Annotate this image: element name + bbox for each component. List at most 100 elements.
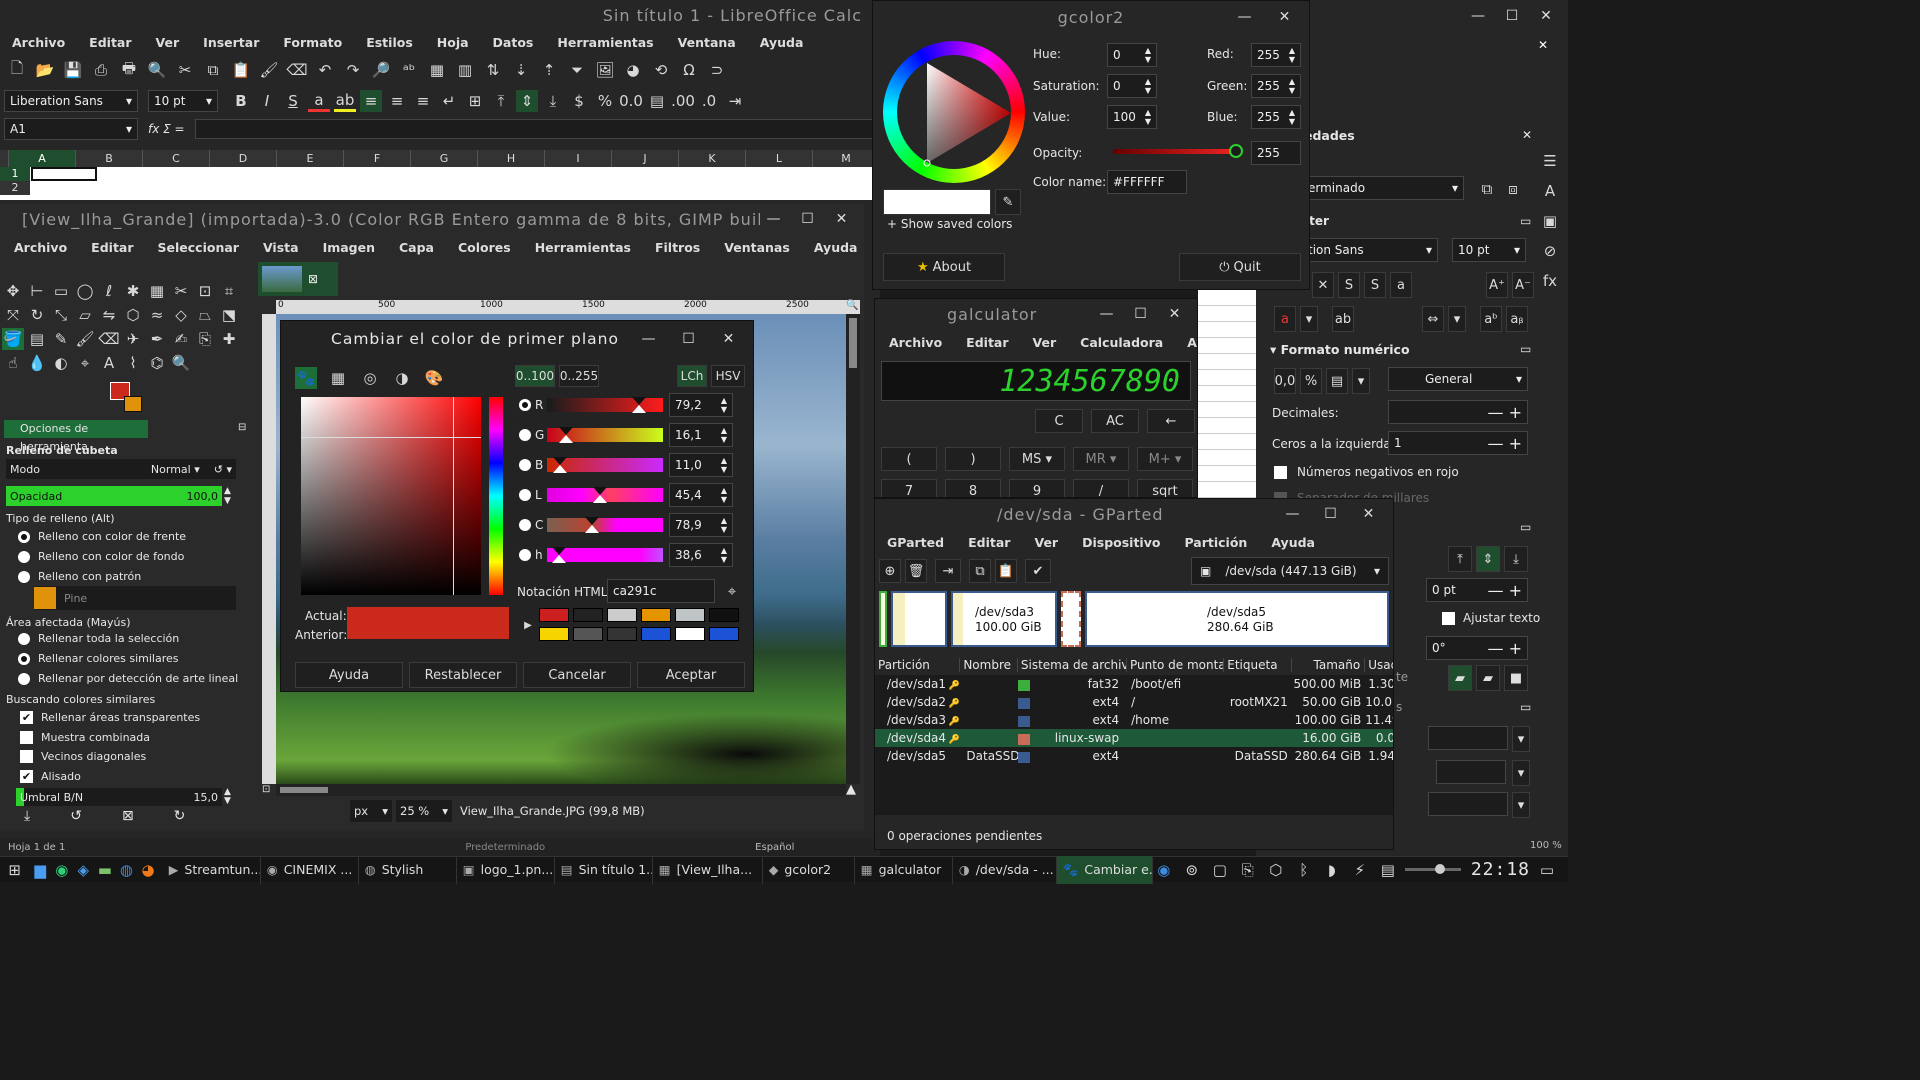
close-icon[interactable]: ✕ — [1167, 306, 1183, 322]
map-sda1[interactable] — [879, 591, 887, 647]
fill-bg-option[interactable]: Relleno con color de fondo — [18, 547, 186, 567]
horizontal-scrollbar[interactable] — [276, 784, 846, 796]
active-cell[interactable] — [31, 167, 97, 181]
column-header-j[interactable]: J — [612, 150, 679, 167]
delete-partition-icon[interactable]: 🗑 — [905, 559, 927, 583]
slider-handle[interactable] — [631, 397, 646, 405]
calc-menu-ventana[interactable]: Ventana — [666, 35, 748, 50]
clear-button[interactable]: C — [1035, 409, 1083, 433]
lasso-icon[interactable]: ℓ — [98, 280, 120, 302]
quickmask-icon[interactable]: ⊡ — [262, 784, 270, 795]
calc-menu-hoja[interactable]: Hoja — [425, 35, 481, 50]
calc-menu-insertar[interactable]: Insertar — [191, 35, 271, 50]
taskbar-item-5[interactable]: ▦ [View_Ilha... — [653, 855, 763, 884]
wheel-selector-icon[interactable]: ◑ — [391, 367, 413, 389]
navigator-icon[interactable]: ⊘ — [1539, 240, 1561, 262]
print-preview-icon[interactable]: 🔍 — [146, 59, 168, 81]
seven-button[interactable]: 7 — [881, 479, 937, 497]
umbral-slider[interactable]: Umbral B/N 15,0 — [16, 788, 222, 806]
close-icon[interactable]: ✕ — [834, 211, 850, 227]
calc-menu-editar[interactable]: Editar — [77, 35, 143, 50]
handle-transform-icon[interactable]: ◇ — [170, 304, 192, 326]
paste-partition-icon[interactable]: 📋 — [995, 559, 1017, 583]
valign-top-button[interactable]: ⤒ — [1448, 546, 1472, 572]
valign-bottom-button[interactable]: ⤓ — [1504, 546, 1528, 572]
calc-menu-datos[interactable]: Datos — [481, 35, 546, 50]
reset-options-icon[interactable]: ↻ — [174, 808, 186, 824]
lch-button[interactable]: LCh — [677, 365, 707, 387]
opacity-slider[interactable]: Opacidad 100,0 — [6, 486, 222, 506]
align-left-icon[interactable]: ≡ — [360, 90, 382, 112]
add-decimal-icon[interactable]: .00 — [671, 90, 695, 112]
map-sda4[interactable] — [1061, 591, 1081, 647]
galc-menu-calculadora[interactable]: Calculadora — [1068, 335, 1175, 350]
calc-menu-formato[interactable]: Formato — [271, 35, 354, 50]
ajustar-row[interactable]: Ajustar texto — [1442, 611, 1540, 625]
redo-icon[interactable]: ↷ — [342, 59, 364, 81]
eyedropper-icon[interactable]: ⌖ — [721, 580, 743, 602]
backspace-button[interactable]: ← — [1147, 409, 1195, 433]
highlight-icon[interactable]: ab — [334, 90, 356, 112]
calc-menu-herramientas[interactable]: Herramientas — [545, 35, 665, 50]
color-square[interactable] — [301, 397, 481, 595]
gallery-icon[interactable]: ▣ — [1539, 210, 1561, 232]
line-style-select[interactable] — [1436, 760, 1506, 784]
gp-menu-ayuda[interactable]: Ayuda — [1259, 535, 1327, 550]
maximize-icon[interactable]: ☐ — [681, 331, 697, 347]
gimp-menu-filtros[interactable]: Filtros — [643, 240, 712, 255]
range-255-button[interactable]: 0..255 — [559, 365, 599, 387]
divide-button[interactable]: / — [1073, 479, 1129, 497]
mypaint-icon[interactable]: ✍ — [170, 328, 192, 350]
column-header-b[interactable]: B — [76, 150, 143, 167]
reset-mode-icon[interactable]: ↺ ▾ — [214, 463, 232, 476]
line-style-dropdown[interactable]: ▾ — [1512, 760, 1530, 786]
autofilter-icon[interactable]: ⏷ — [566, 59, 588, 81]
channel-radio-b[interactable] — [519, 459, 531, 471]
shadow-button[interactable]: S — [1338, 272, 1360, 298]
properties-icon[interactable]: ☰ — [1539, 150, 1561, 172]
taskbar-item-6[interactable]: ◆ gcolor2 — [763, 855, 855, 884]
perspective-icon[interactable]: ⏢ — [194, 304, 216, 326]
bluetooth-icon[interactable]: ᛒ — [1293, 859, 1315, 881]
rotate-icon[interactable]: ↻ — [26, 304, 48, 326]
nine-button[interactable]: 9 — [1009, 479, 1065, 497]
minimize-icon[interactable]: — — [1099, 306, 1115, 322]
chromium-icon[interactable]: ◍ — [116, 859, 138, 881]
gp-menu-gparted[interactable]: GParted — [875, 535, 956, 550]
taskbar-item-0[interactable]: ▶ Streamtun... — [163, 855, 261, 884]
remove-decimal-icon[interactable]: .0 — [698, 90, 720, 112]
history-swatch-4[interactable] — [675, 608, 705, 622]
channel-value-l[interactable]: 45,4 ▲ ▼ — [669, 483, 733, 507]
formula-icons[interactable]: fx Σ = — [148, 122, 185, 136]
paren-close-button[interactable]: ) — [945, 447, 1001, 471]
font-color-button[interactable]: a — [1274, 306, 1296, 332]
maximize-icon[interactable]: ☐ — [1133, 306, 1149, 322]
3d-transform-icon[interactable]: ⬔ — [218, 304, 240, 326]
date-icon[interactable]: ▤ — [646, 90, 668, 112]
superscript-button[interactable]: aᵇ — [1480, 306, 1502, 332]
column-header-c[interactable]: C — [143, 150, 210, 167]
decimales-spin[interactable]: — + — [1388, 400, 1528, 424]
measure-icon[interactable]: ⌬ — [146, 352, 168, 374]
column-header-e[interactable]: E — [277, 150, 344, 167]
column-icon[interactable]: ▥ — [454, 59, 476, 81]
font-color-dropdown[interactable]: ▾ — [1300, 306, 1318, 332]
minimize-icon[interactable]: — — [1285, 506, 1301, 522]
folder-icon[interactable]: ▬ — [94, 859, 116, 881]
area-similar-option[interactable]: Rellenar colores similares — [18, 649, 238, 669]
opacity-handle[interactable] — [1229, 144, 1243, 158]
align-top-icon[interactable]: ⤒ — [490, 90, 512, 112]
align-center-icon[interactable]: ≡ — [386, 90, 408, 112]
date-format-dropdown[interactable]: ▾ — [1352, 368, 1370, 394]
sort-desc-icon[interactable]: ⇡ — [538, 59, 560, 81]
foreground-select-icon[interactable]: ⊡ — [194, 280, 216, 302]
transparent-check-row[interactable]: ✔ Rellenar áreas transparentes — [20, 708, 200, 728]
mplus-button[interactable]: M+ ▾ — [1137, 447, 1193, 471]
ink-icon[interactable]: ✒ — [146, 328, 168, 350]
calc-menu-ayuda[interactable]: Ayuda — [748, 35, 816, 50]
reset-button[interactable]: Restablecer — [409, 662, 517, 688]
slider-handle[interactable] — [585, 517, 600, 525]
history-swatch-3[interactable] — [641, 608, 671, 622]
paintbrush-icon[interactable]: 🖌 — [74, 328, 96, 350]
indent-icon[interactable]: ⇥ — [724, 90, 746, 112]
